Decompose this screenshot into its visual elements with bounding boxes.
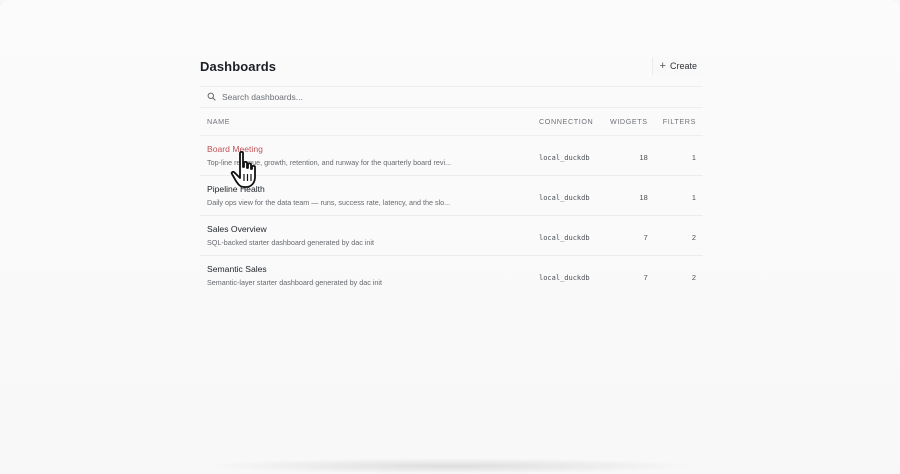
page-title: Dashboards [200, 58, 277, 74]
dashboard-name-link[interactable]: Sales Overview [207, 224, 525, 234]
dashboard-description: Semantic-layer starter dashboard generat… [207, 278, 382, 287]
app-window: Dashboards + Create NAME CONNECTION WIDG… [0, 0, 900, 474]
cell-connection: local_duckdb [532, 135, 602, 176]
cell-widgets: 7 [601, 215, 655, 256]
create-button[interactable]: + Create [651, 57, 703, 75]
plus-icon: + [659, 59, 666, 72]
table-row[interactable]: Semantic Sales Semantic-layer starter da… [200, 256, 703, 296]
table-header-row: NAME CONNECTION WIDGETS FILTERS [200, 108, 703, 136]
filters-count: 2 [691, 232, 696, 242]
connection-value: local_duckdb [539, 273, 590, 282]
column-header-widgets[interactable]: WIDGETS [601, 108, 655, 136]
cell-connection: local_duckdb [532, 215, 602, 256]
dashboard-name-link[interactable]: Semantic Sales [207, 264, 525, 274]
cell-filters: 2 [655, 256, 703, 296]
table-row[interactable]: Sales Overview SQL-backed starter dashbo… [200, 215, 703, 256]
search-icon [207, 88, 216, 106]
table-row[interactable]: Pipeline Health Daily ops view for the d… [200, 175, 703, 216]
widgets-count: 18 [639, 152, 648, 162]
search-input[interactable] [222, 92, 522, 102]
cell-widgets: 18 [601, 175, 655, 216]
connection-value: local_duckdb [539, 193, 590, 202]
dashboard-description: SQL-backed starter dashboard generated b… [207, 238, 375, 247]
dashboards-table: NAME CONNECTION WIDGETS FILTERS Board Me… [200, 108, 703, 295]
column-header-filters[interactable]: FILTERS [654, 108, 703, 136]
filters-count: 1 [691, 152, 696, 162]
create-button-label: Create [669, 61, 697, 71]
dashboard-description: Daily ops view for the data team — runs,… [207, 198, 451, 207]
column-header-name[interactable]: NAME [200, 108, 532, 136]
cell-widgets: 18 [601, 135, 655, 176]
filters-count: 2 [691, 272, 696, 282]
cell-connection: local_duckdb [532, 175, 602, 216]
search-bar [200, 86, 703, 108]
hand-pointer-cursor-icon [230, 150, 266, 190]
widgets-count: 7 [643, 232, 648, 242]
widgets-count: 7 [643, 272, 648, 282]
cell-filters: 2 [654, 215, 703, 256]
widgets-count: 18 [639, 192, 648, 202]
column-header-connection[interactable]: CONNECTION [532, 108, 602, 136]
dashboards-panel: Dashboards + Create NAME CONNECTION WIDG… [200, 56, 703, 295]
page-header: Dashboards + Create [200, 56, 703, 76]
connection-value: local_duckdb [539, 153, 590, 162]
filters-count: 1 [691, 192, 696, 202]
cell-widgets: 7 [602, 256, 655, 296]
cell-connection: local_duckdb [532, 256, 602, 296]
cell-filters: 1 [654, 135, 703, 176]
bottom-shadow-decoration [200, 458, 700, 474]
cell-name: Sales Overview SQL-backed starter dashbo… [200, 215, 532, 256]
cell-name: Semantic Sales Semantic-layer starter da… [200, 256, 532, 296]
cell-filters: 1 [654, 175, 703, 216]
table-row[interactable]: Board Meeting Top-line revenue, growth, … [200, 135, 703, 176]
connection-value: local_duckdb [539, 233, 590, 242]
